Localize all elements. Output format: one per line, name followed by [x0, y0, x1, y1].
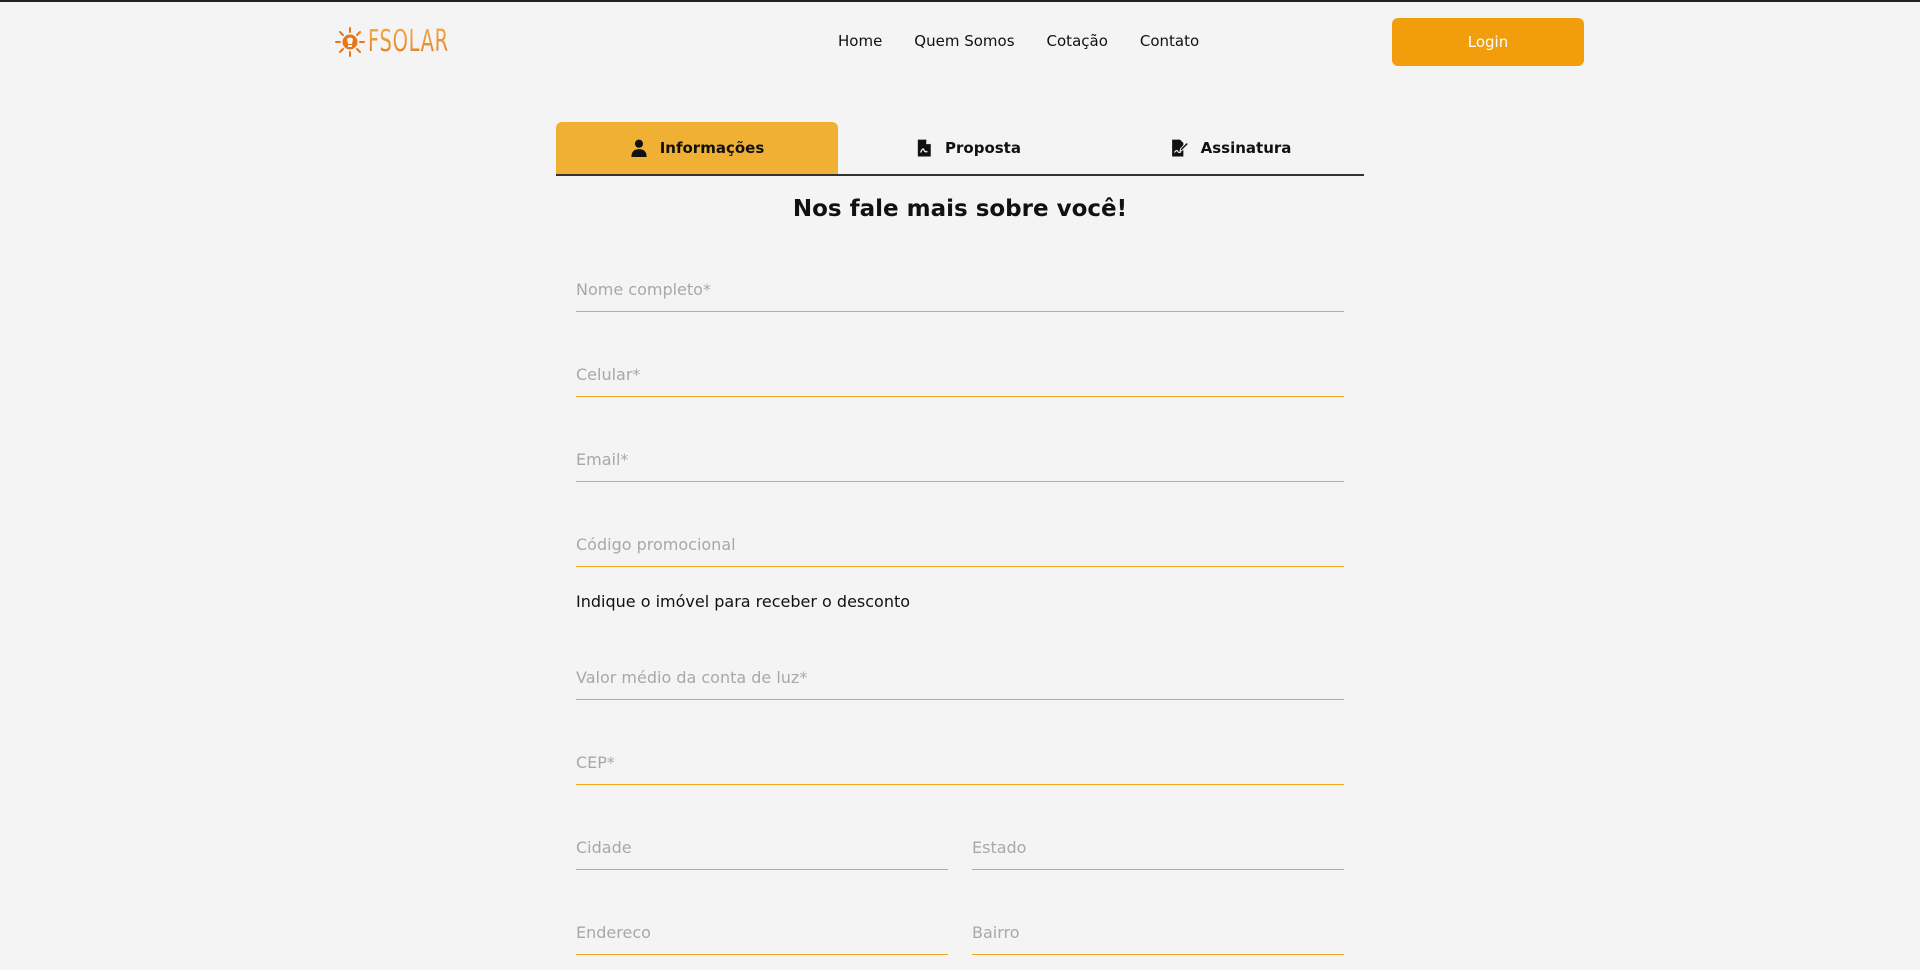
user-icon: [631, 139, 647, 157]
tab-assinatura[interactable]: Assinatura: [1098, 122, 1364, 174]
step-tabs: Informações Proposta Assinatura: [556, 122, 1364, 176]
file-pdf-icon: [917, 139, 931, 157]
nome-completo-input[interactable]: [576, 268, 1344, 312]
estado-input[interactable]: [972, 826, 1344, 870]
main-nav: Home Quem Somos Cotação Contato: [838, 32, 1199, 50]
cidade-input[interactable]: [576, 826, 948, 870]
tab-label: Proposta: [945, 139, 1021, 157]
cep-input[interactable]: [576, 741, 1344, 785]
nav-cotacao[interactable]: Cotação: [1047, 32, 1108, 50]
tab-label: Informações: [659, 139, 765, 157]
valor-conta-luz-input[interactable]: [576, 656, 1344, 700]
signature-icon: [1171, 139, 1189, 157]
nav-home[interactable]: Home: [838, 32, 882, 50]
tab-label: Assinatura: [1200, 139, 1292, 157]
bairro-input[interactable]: [972, 911, 1344, 955]
tab-informacoes[interactable]: Informações: [556, 122, 838, 174]
sun-bulb-icon: [335, 27, 365, 57]
codigo-promocional-input[interactable]: [576, 523, 1344, 567]
nav-contato[interactable]: Contato: [1140, 32, 1199, 50]
form-title: Nos fale mais sobre você!: [792, 196, 1128, 222]
email-input[interactable]: [576, 438, 1344, 482]
header: FSOLAR Home Quem Somos Cotação Contato L…: [0, 2, 1920, 82]
celular-input[interactable]: [576, 353, 1344, 397]
login-button[interactable]: Login: [1392, 18, 1584, 66]
nav-quem-somos[interactable]: Quem Somos: [914, 32, 1014, 50]
endereco-input[interactable]: [576, 911, 948, 955]
logo-text: FSOLAR: [368, 24, 449, 59]
logo[interactable]: FSOLAR: [334, 24, 480, 60]
tab-proposta[interactable]: Proposta: [838, 122, 1098, 174]
promo-hint: Indique o imóvel para receber o desconto: [576, 592, 911, 611]
